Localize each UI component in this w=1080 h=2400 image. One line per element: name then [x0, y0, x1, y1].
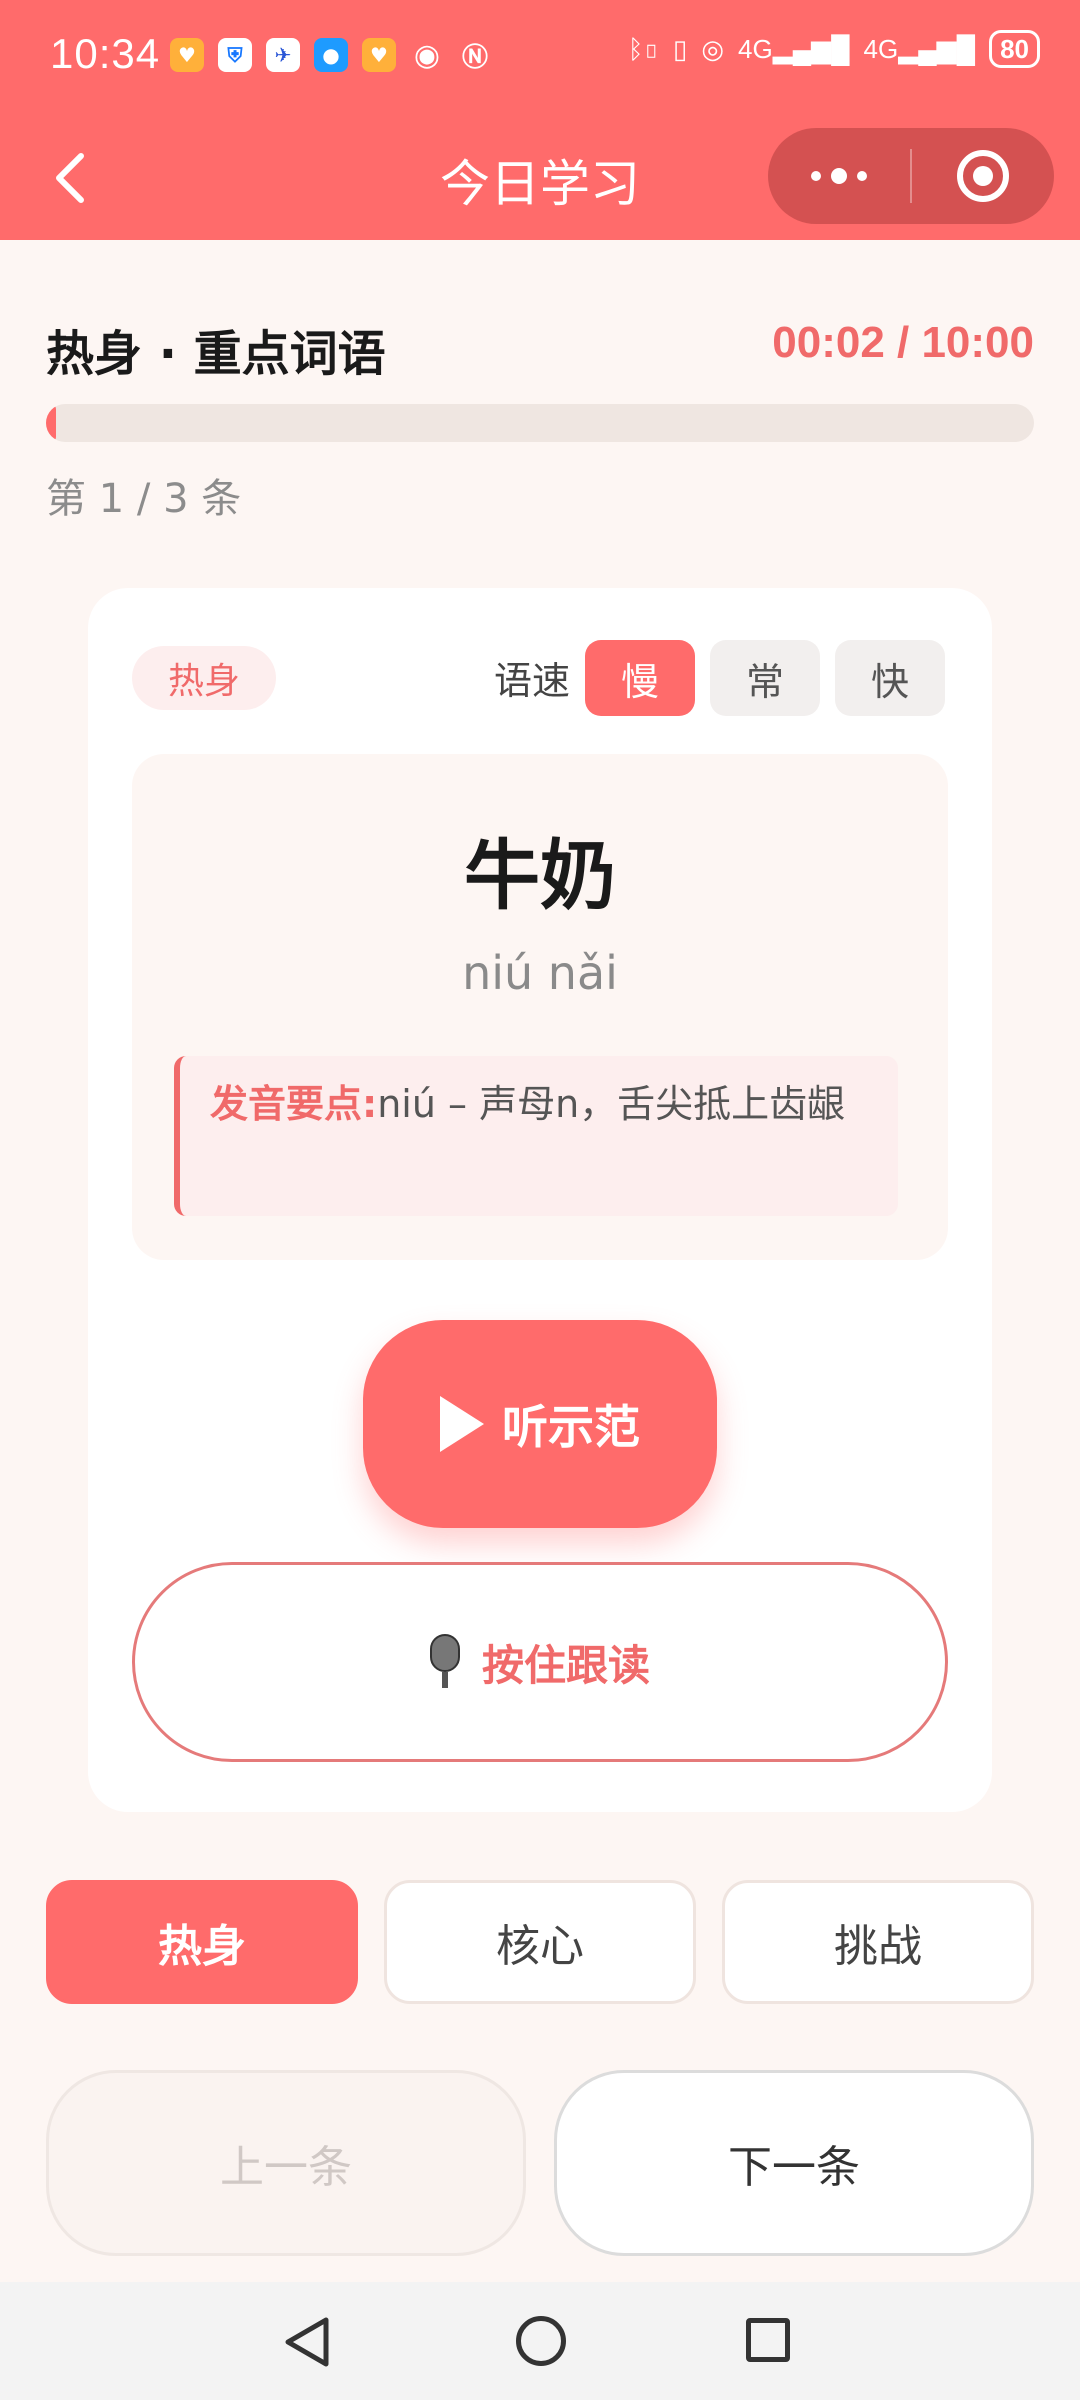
- vibrate-icon: ▯: [673, 33, 688, 64]
- battery-level: 80: [1000, 33, 1029, 64]
- previous-button[interactable]: 上一条: [46, 2070, 526, 2256]
- nav-bar: 今日学习: [0, 116, 1080, 240]
- item-counter: 第 1 / 3 条: [46, 476, 242, 522]
- tip-label: 发音要点:: [210, 1082, 378, 1126]
- more-dots-icon: [811, 171, 821, 181]
- eye-icon: ◉: [413, 37, 441, 73]
- mini-program-capsule: [768, 128, 1054, 224]
- word-card: 热身 语速 慢 常 快 牛奶 niú nǎi 发音要点:niú – 声母n，舌尖…: [88, 588, 992, 1812]
- tab-core[interactable]: 核心: [384, 1880, 696, 2004]
- microphone-icon: [429, 1634, 460, 1690]
- tab-challenge[interactable]: 挑战: [722, 1880, 1034, 2004]
- more-dots-icon: [857, 171, 867, 181]
- speed-label: 语速: [494, 659, 571, 703]
- status-time: 10:34: [50, 30, 161, 77]
- target-icon: [957, 150, 1009, 202]
- app-notification-icon: ♥: [362, 38, 396, 72]
- speed-slow-button[interactable]: 慢: [585, 640, 695, 716]
- timer: 00:02 / 10:00: [772, 318, 1034, 367]
- tab-warmup[interactable]: 热身: [46, 1880, 358, 2004]
- pinyin: niú nǎi: [462, 946, 618, 1000]
- record-label: 按住跟读: [481, 1640, 650, 1690]
- signal-icon: 4G▂▄▆█: [863, 33, 976, 64]
- nfc-icon: Ⓝ: [461, 42, 488, 73]
- more-dots-icon: [831, 168, 847, 184]
- more-button[interactable]: [768, 128, 910, 224]
- hold-to-record-button[interactable]: 按住跟读: [132, 1562, 948, 1762]
- pronunciation-tip: 发音要点:niú – 声母n，舌尖抵上齿龈: [174, 1056, 898, 1216]
- status-bar: 10:34 ♥ ⛨ ✈ ● ♥ ◉ Ⓝ ᛒ▯ ▯ ◎ 4G▂▄▆█ 4G▂▄▆█…: [0, 0, 1080, 116]
- bluetooth-icon: ᛒ▯: [627, 33, 660, 64]
- word: 牛奶: [464, 831, 616, 920]
- play-icon: [440, 1396, 484, 1452]
- status-indicators: ᛒ▯ ▯ ◎ 4G▂▄▆█ 4G▂▄▆█ 80: [628, 30, 1040, 68]
- word-panel: 牛奶 niú nǎi 发音要点:niú – 声母n，舌尖抵上齿龈: [132, 754, 948, 1260]
- system-nav-bar: [0, 2282, 1080, 2400]
- tip-text: niú – 声母n，舌尖抵上齿龈: [377, 1082, 846, 1126]
- system-recents-icon[interactable]: [746, 2318, 790, 2362]
- next-button[interactable]: 下一条: [554, 2070, 1034, 2256]
- notification-icons: ♥ ⛨ ✈ ● ♥ ◉ Ⓝ: [170, 37, 492, 73]
- battery-indicator: 80: [989, 30, 1040, 68]
- app-notification-icon: ♥: [170, 38, 204, 72]
- hotspot-icon: ◎: [701, 33, 725, 64]
- progress-fill: [46, 404, 56, 442]
- speed-fast-button[interactable]: 快: [835, 640, 945, 716]
- listen-demo-button[interactable]: 听示范: [363, 1320, 717, 1528]
- network-type: 4G: [863, 33, 899, 64]
- chat-app-icon: ●: [314, 38, 348, 72]
- network-type: 4G: [738, 33, 773, 64]
- progress-bar: [46, 404, 1034, 442]
- speed-normal-button[interactable]: 常: [710, 640, 820, 716]
- listen-label: 听示范: [502, 1400, 640, 1454]
- system-home-icon[interactable]: [516, 2316, 566, 2366]
- shield-app-icon: ⛨: [218, 38, 252, 72]
- signal-icon: 4G▂▄▆█: [738, 33, 850, 64]
- level-tag: 热身: [132, 646, 276, 710]
- close-mini-program-button[interactable]: [912, 128, 1054, 224]
- section-title: 热身 · 重点词语: [46, 326, 386, 382]
- system-back-icon[interactable]: [282, 2316, 332, 2368]
- bird-app-icon: ✈: [266, 38, 300, 72]
